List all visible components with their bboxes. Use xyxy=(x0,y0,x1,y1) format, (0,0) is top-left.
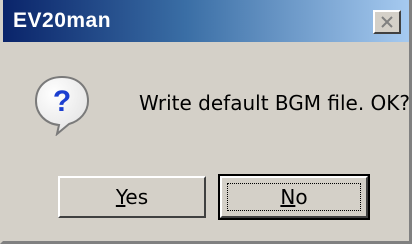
message-dialog: EV20man ? Write default BGM file. OK? Ye… xyxy=(0,0,412,244)
no-button[interactable]: No xyxy=(218,174,370,220)
no-button-label: No xyxy=(280,185,307,209)
no-label-rest: o xyxy=(295,185,308,209)
close-button[interactable] xyxy=(373,10,401,34)
yes-mnemonic: Y xyxy=(115,185,126,209)
yes-button[interactable]: Yes xyxy=(58,176,206,218)
yes-label-rest: es xyxy=(125,185,149,209)
no-mnemonic: N xyxy=(280,185,296,209)
title-bar[interactable]: EV20man xyxy=(3,0,409,42)
question-glyph: ? xyxy=(53,85,71,118)
dialog-message: Write default BGM file. OK? xyxy=(139,91,411,115)
close-x-icon xyxy=(381,16,393,28)
yes-button-label: Yes xyxy=(116,185,148,209)
question-icon: ? xyxy=(34,75,90,136)
dialog-body: ? Write default BGM file. OK? Yes No xyxy=(3,42,411,241)
window-title: EV20man xyxy=(13,9,112,32)
